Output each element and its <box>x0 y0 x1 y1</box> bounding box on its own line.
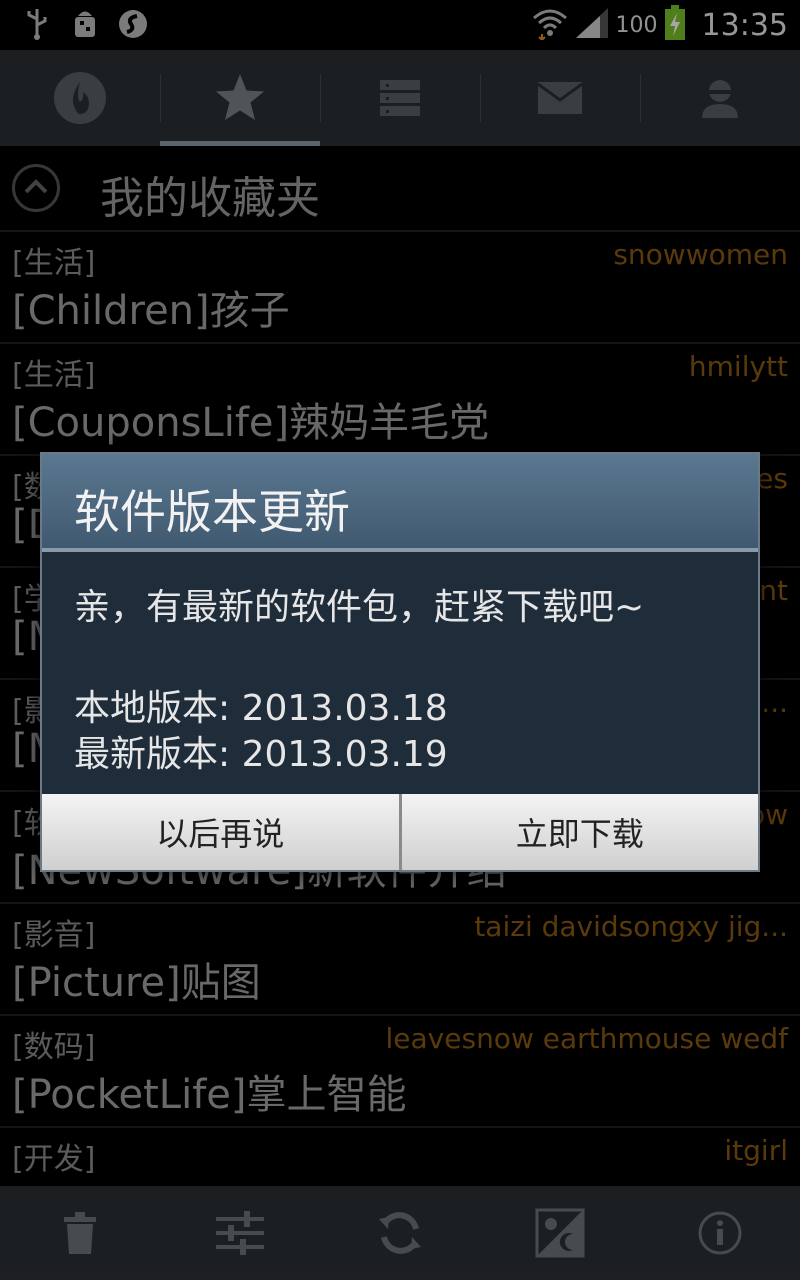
download-now-button[interactable]: 立即下载 <box>401 794 758 870</box>
update-dialog: 软件版本更新 亲，有最新的软件包，赶紧下载吧~ 本地版本: 2013.03.18… <box>40 452 760 872</box>
latest-version: 最新版本: 2013.03.19 <box>74 734 448 775</box>
local-version: 本地版本: 2013.03.18 <box>74 688 448 729</box>
dialog-title: 软件版本更新 <box>74 485 350 539</box>
dialog-header: 软件版本更新 <box>42 454 758 552</box>
dialog-message: 亲，有最新的软件包，赶紧下载吧~ <box>74 587 645 628</box>
later-button[interactable]: 以后再说 <box>42 794 402 870</box>
dialog-body: 亲，有最新的软件包，赶紧下载吧~ 本地版本: 2013.03.18 最新版本: … <box>74 578 734 778</box>
dialog-buttons: 以后再说 立即下载 <box>42 794 758 870</box>
